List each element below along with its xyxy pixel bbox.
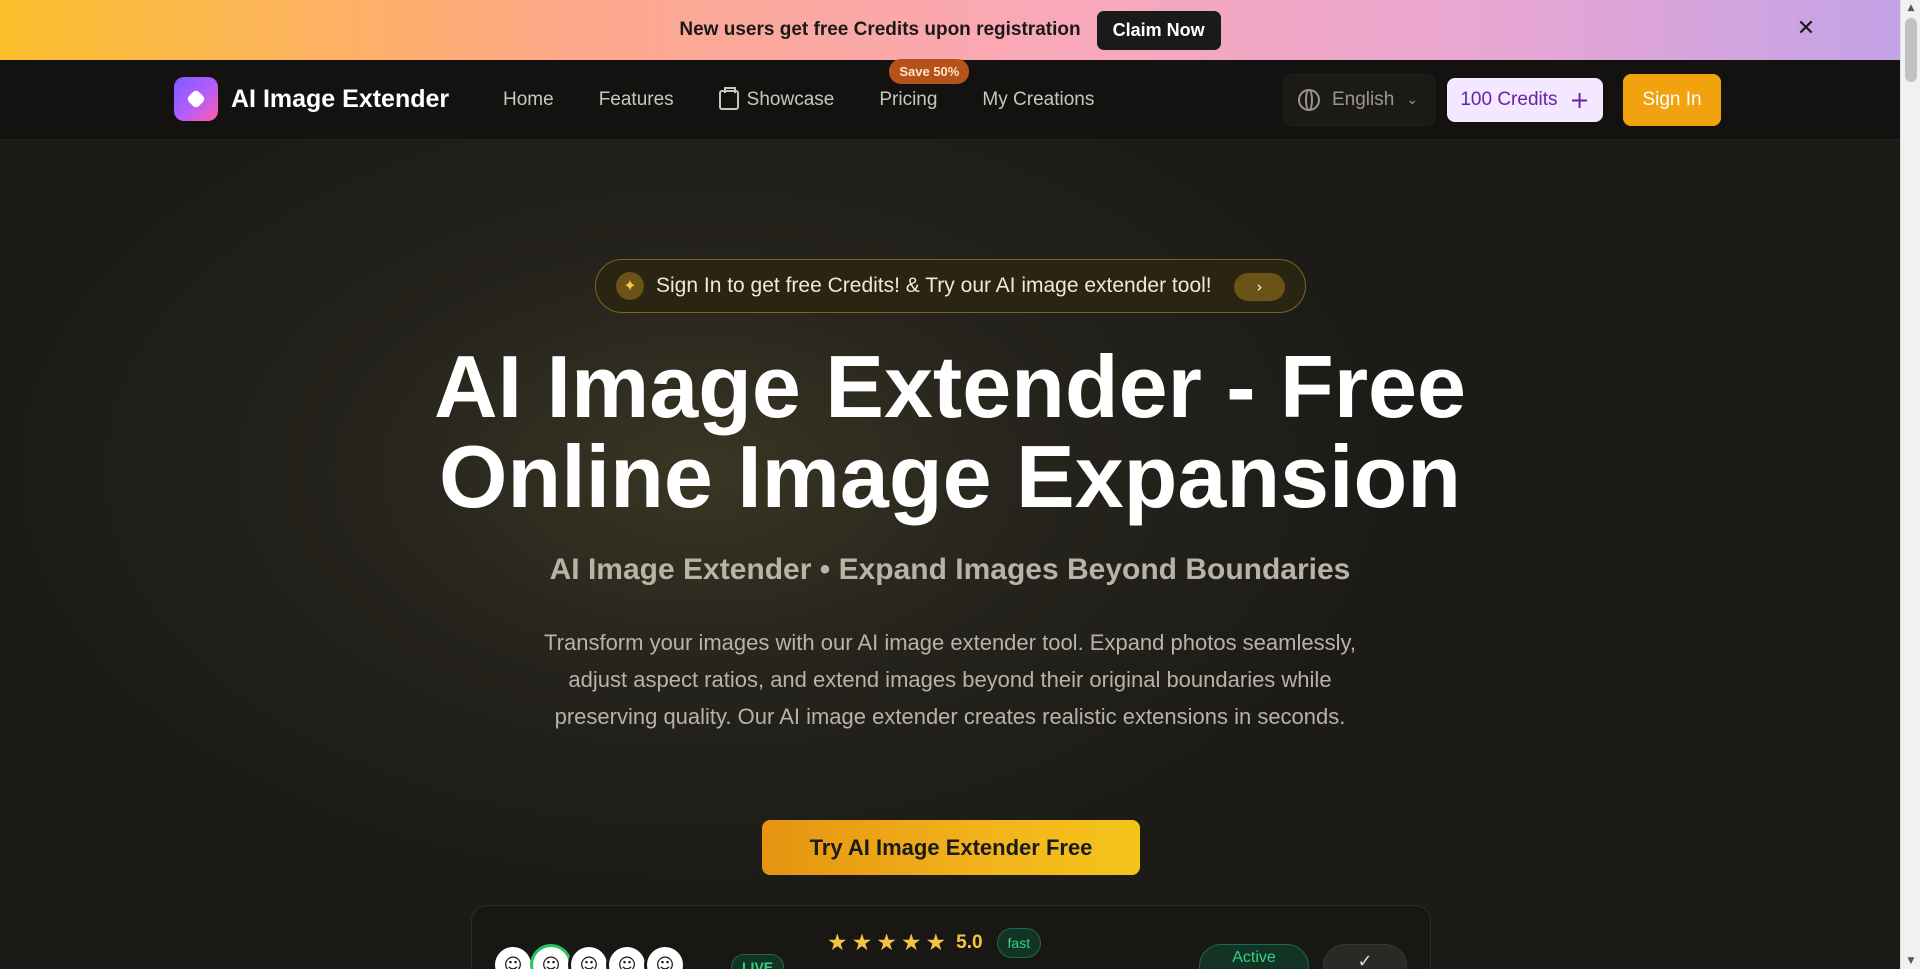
active-badge: Active [1199, 944, 1309, 969]
pill-text: Sign In to get free Credits! & Try our A… [656, 274, 1212, 297]
check-badge: ✓ [1323, 944, 1407, 969]
chevron-down-icon: ⌄ [1406, 92, 1419, 108]
nav-link-home[interactable]: Home [503, 89, 554, 111]
stats-card: ☺ ☺ ☺ ☺ ☺ LIVE ★ ★ ★ ★ ★ 5.0 fast Active… [471, 905, 1431, 969]
credits-button[interactable]: 100 Credits + [1447, 78, 1603, 122]
plus-icon: + [1569, 86, 1590, 114]
avatar: ☺ [644, 944, 686, 969]
credits-label: 100 Credits [1460, 89, 1558, 110]
nav-link-pricing-label: Pricing [879, 89, 938, 110]
top-navbar: AI Image Extender Home Features Showcase… [0, 59, 1900, 140]
promo-banner: New users get free Credits upon registra… [0, 0, 1900, 60]
star-icon: ★ [925, 930, 947, 956]
live-badge: LIVE [731, 954, 785, 969]
hero-description: Transform your images with our AI image … [544, 630, 1356, 729]
calendar-icon [718, 87, 739, 110]
subheading: AI Image Extender • Expand Images Beyond… [549, 553, 1351, 586]
language-selector[interactable]: English ⌄ [1282, 73, 1436, 127]
nav-link-my-creations[interactable]: My Creations [982, 89, 1094, 111]
star-icon: ★ [851, 930, 873, 956]
save-badge: Save 50% [889, 59, 970, 84]
avatar: ☺ [568, 944, 610, 969]
headline-line-1: AI Image Extender - Free [434, 337, 1466, 436]
nav-link-showcase-label: Showcase [746, 89, 835, 110]
logo-icon [174, 77, 218, 121]
sign-in-button[interactable]: Sign In [1623, 74, 1721, 126]
sparkle-icon: ✦ [616, 272, 644, 300]
brand[interactable]: AI Image Extender [174, 77, 449, 121]
avatar-group: ☺ ☺ ☺ ☺ ☺ [492, 944, 686, 969]
nav-link-pricing[interactable]: Pricing Save 50% [879, 59, 970, 111]
star-icon: ★ [900, 930, 922, 956]
rating-stars: ★ ★ ★ ★ ★ 5.0 fast [827, 928, 1042, 958]
avatar: ☺ [606, 944, 648, 969]
scrollbar[interactable]: ▲ ▼ [1900, 0, 1920, 969]
star-icon: ★ [876, 930, 897, 956]
close-icon[interactable]: ✕ [1794, 17, 1818, 41]
rating-value: 5.0 [956, 932, 983, 953]
globe-icon [1298, 89, 1320, 111]
nav-links: Home Features Showcase Pricing Save 50% … [503, 59, 1094, 140]
scroll-up-icon[interactable]: ▲ [1901, 0, 1920, 16]
avatar: ☺ [530, 944, 572, 969]
promo-text: New users get free Credits upon registra… [679, 19, 1081, 40]
page-title: AI Image Extender - Free Online Image Ex… [300, 342, 1600, 522]
headline-line-2: Online Image Expansion [438, 427, 1461, 526]
avatar: ☺ [492, 944, 534, 969]
nav-link-showcase[interactable]: Showcase [718, 87, 835, 111]
language-label: English [1332, 89, 1395, 110]
fast-badge: fast [996, 928, 1042, 958]
signin-promo-pill[interactable]: ✦ Sign In to get free Credits! & Try our… [595, 259, 1306, 313]
chevron-right-icon[interactable]: › [1234, 273, 1285, 301]
scroll-thumb[interactable] [1905, 18, 1917, 82]
try-free-button[interactable]: Try AI Image Extender Free [762, 820, 1140, 875]
scroll-down-icon[interactable]: ▼ [1901, 953, 1920, 969]
brand-name: AI Image Extender [231, 84, 450, 113]
star-icon: ★ [827, 930, 848, 956]
claim-now-button[interactable]: Claim Now [1096, 10, 1221, 50]
nav-link-features[interactable]: Features [599, 89, 674, 111]
